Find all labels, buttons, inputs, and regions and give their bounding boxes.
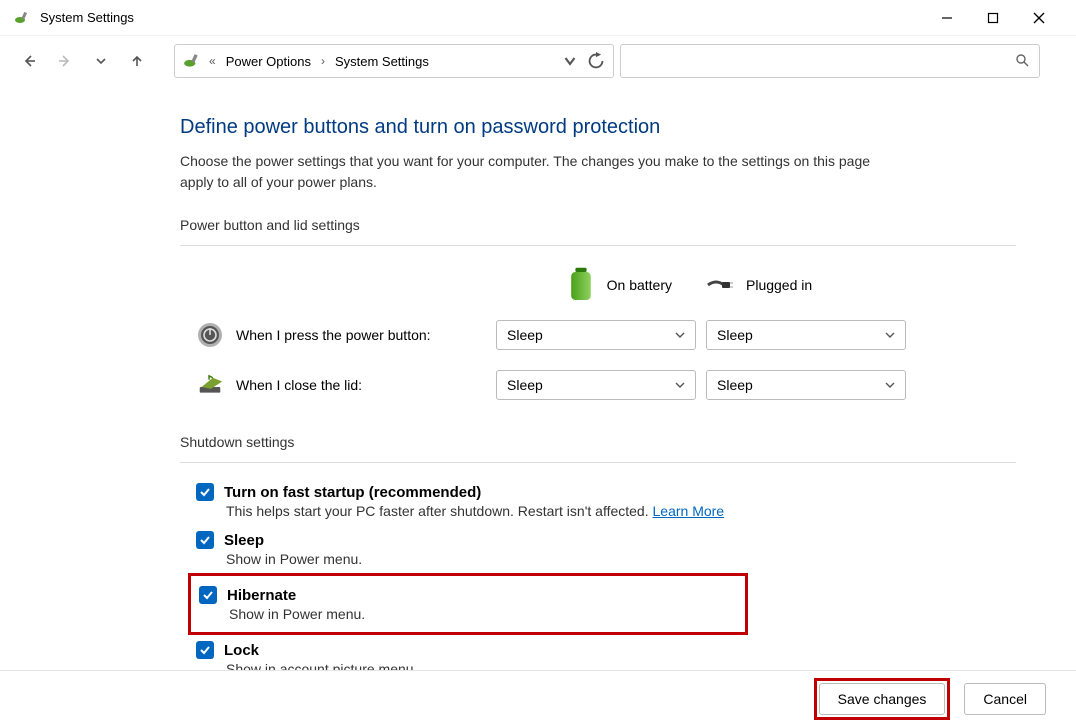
page-title: Define power buttons and turn on passwor… — [180, 116, 1016, 139]
highlight-hibernate: Hibernate Show in Power menu. — [188, 573, 748, 635]
section-heading-shutdown: Shutdown settings — [180, 434, 1016, 452]
row-power-button: When I press the power button: — [196, 310, 486, 360]
chevron-down-icon[interactable] — [561, 52, 579, 70]
section-power-button: Power button and lid settings On battery… — [180, 217, 1016, 410]
section-shutdown: Shutdown settings Turn on fast startup (… — [180, 434, 1016, 683]
chevron-down-icon — [885, 330, 895, 340]
select-value: Sleep — [717, 377, 753, 393]
save-button[interactable]: Save changes — [819, 683, 946, 715]
battery-icon — [567, 271, 595, 299]
option-title: Sleep — [224, 532, 264, 549]
option-fast-startup: Turn on fast startup (recommended) This … — [196, 477, 1016, 525]
column-header-battery: On battery — [496, 260, 696, 310]
breadcrumb-power-options[interactable]: Power Options — [224, 52, 313, 71]
close-button[interactable] — [1016, 0, 1062, 36]
plug-icon — [706, 271, 734, 299]
navbar: « Power Options › System Settings — [0, 36, 1076, 86]
refresh-icon[interactable] — [587, 52, 605, 70]
content-area: Define power buttons and turn on passwor… — [0, 86, 1076, 683]
search-icon — [1015, 53, 1029, 70]
select-value: Sleep — [717, 327, 753, 343]
select-power-plugged[interactable]: Sleep — [706, 320, 906, 350]
minimize-button[interactable] — [924, 0, 970, 36]
option-description: Show in Power menu. — [229, 606, 737, 622]
learn-more-link[interactable]: Learn More — [653, 503, 725, 519]
power-button-icon — [196, 321, 224, 349]
row-label-power-button: When I press the power button: — [236, 327, 431, 343]
divider — [180, 462, 1016, 463]
laptop-lid-icon — [196, 371, 224, 399]
highlight-save: Save changes — [814, 678, 951, 720]
row-close-lid: When I close the lid: — [196, 360, 486, 410]
footer: Save changes Cancel — [0, 670, 1076, 726]
select-lid-battery[interactable]: Sleep — [496, 370, 696, 400]
back-button[interactable] — [14, 46, 44, 76]
option-sleep: Sleep Show in Power menu. — [196, 525, 1016, 573]
chevron-down-icon — [675, 330, 685, 340]
app-icon — [14, 10, 30, 26]
column-header-plugged: Plugged in — [706, 260, 906, 310]
maximize-button[interactable] — [970, 0, 1016, 36]
select-value: Sleep — [507, 327, 543, 343]
history-button[interactable] — [86, 46, 116, 76]
cancel-button[interactable]: Cancel — [964, 683, 1046, 715]
chevron-right-icon: › — [321, 54, 325, 68]
option-title: Turn on fast startup (recommended) — [224, 484, 481, 501]
option-description: This helps start your PC faster after sh… — [226, 503, 1016, 519]
section-heading-power-button: Power button and lid settings — [180, 217, 1016, 235]
option-hibernate: Hibernate Show in Power menu. — [199, 580, 737, 628]
chevron-left-icon: « — [209, 54, 216, 68]
window-title: System Settings — [40, 10, 134, 25]
select-power-battery[interactable]: Sleep — [496, 320, 696, 350]
column-label-battery: On battery — [607, 277, 672, 293]
titlebar: System Settings — [0, 0, 1076, 36]
power-options-icon — [183, 52, 201, 70]
page-description: Choose the power settings that you want … — [180, 151, 900, 193]
forward-button[interactable] — [50, 46, 80, 76]
option-description: Show in Power menu. — [226, 551, 1016, 567]
checkbox-fast-startup[interactable] — [196, 483, 214, 501]
divider — [180, 245, 1016, 246]
select-value: Sleep — [507, 377, 543, 393]
option-title: Hibernate — [227, 587, 296, 604]
address-bar[interactable]: « Power Options › System Settings — [174, 44, 614, 78]
checkbox-hibernate[interactable] — [199, 586, 217, 604]
breadcrumb-system-settings[interactable]: System Settings — [333, 52, 431, 71]
row-label-close-lid: When I close the lid: — [236, 377, 362, 393]
select-lid-plugged[interactable]: Sleep — [706, 370, 906, 400]
column-label-plugged: Plugged in — [746, 277, 812, 293]
up-button[interactable] — [122, 46, 152, 76]
option-title: Lock — [224, 642, 259, 659]
chevron-down-icon — [675, 380, 685, 390]
checkbox-lock[interactable] — [196, 641, 214, 659]
search-box[interactable] — [620, 44, 1040, 78]
chevron-down-icon — [885, 380, 895, 390]
checkbox-sleep[interactable] — [196, 531, 214, 549]
